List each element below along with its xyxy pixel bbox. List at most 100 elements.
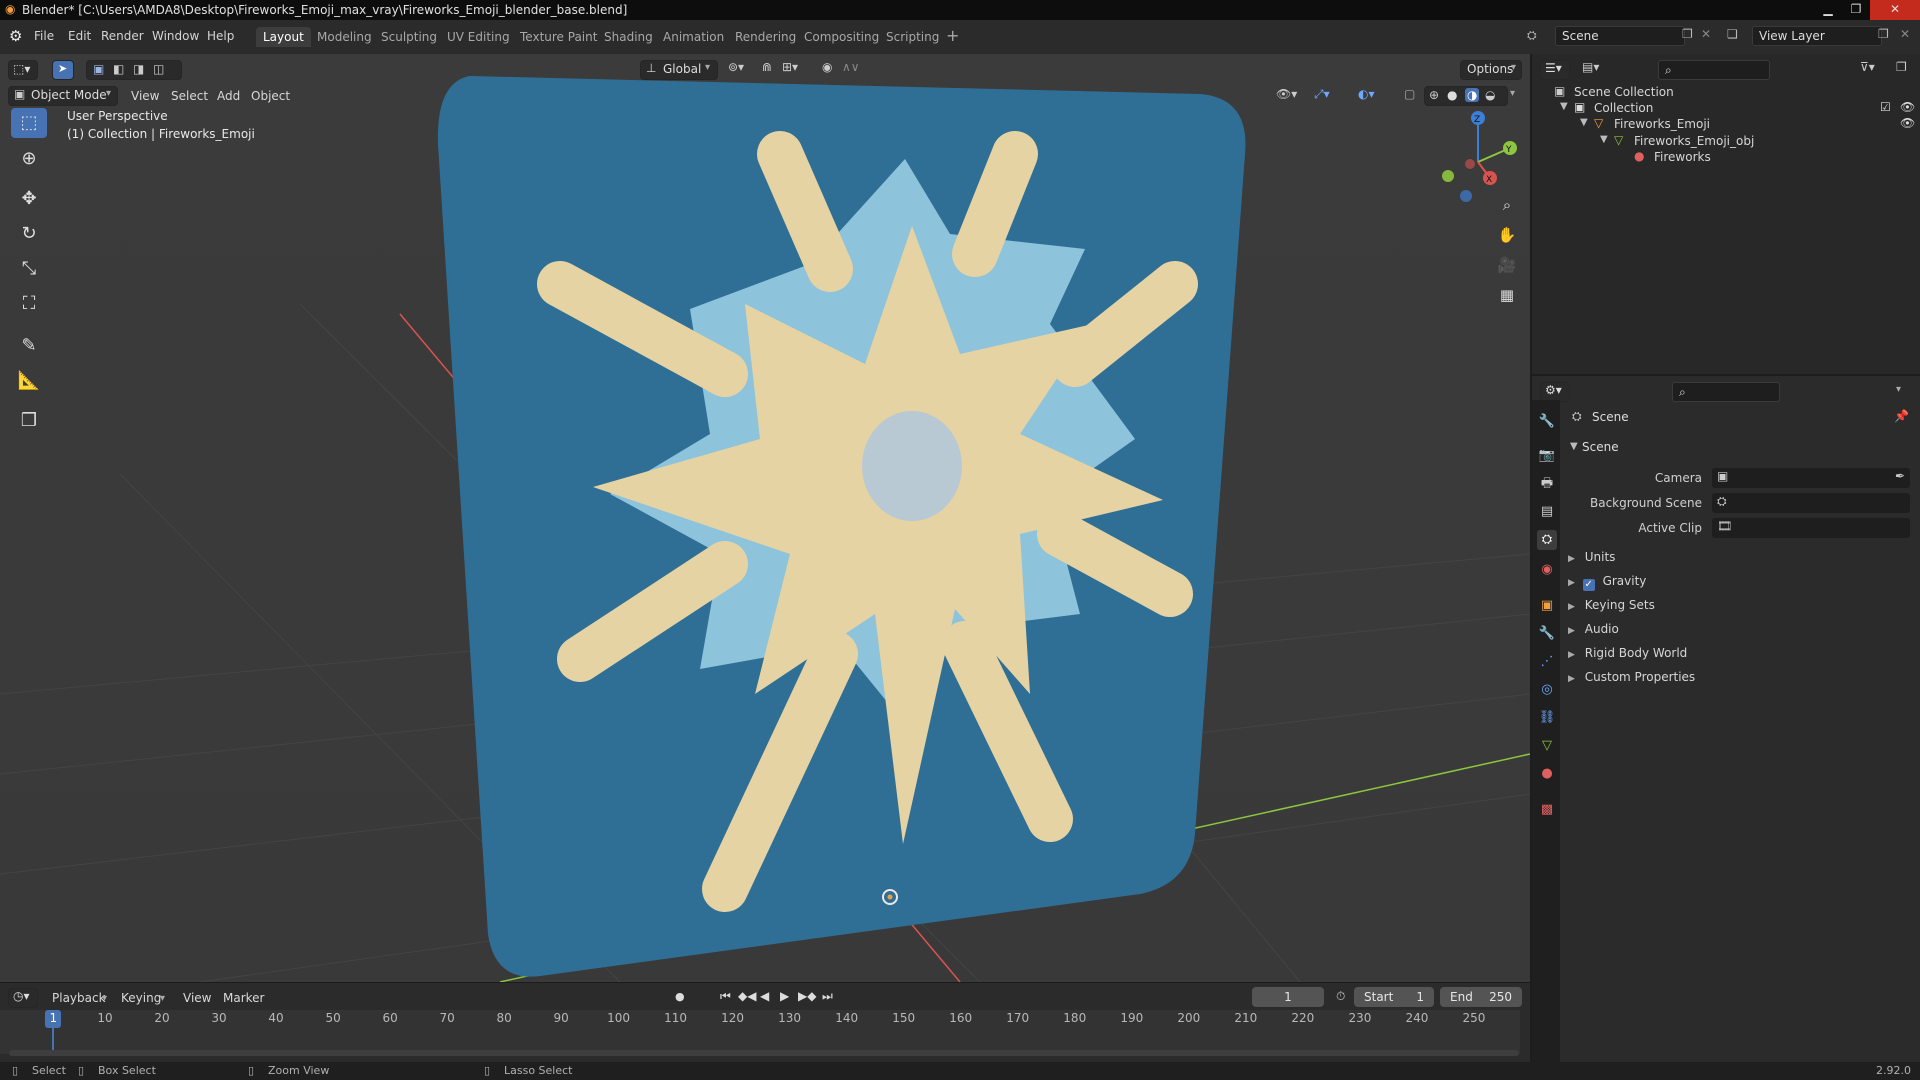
gravity-panel[interactable]: ▶ ✓ Gravity (1568, 574, 1910, 591)
jump-keyframe-back-icon[interactable]: ◆◀ (738, 989, 756, 1003)
wireframe-shading-icon[interactable]: ⊕ (1429, 88, 1439, 102)
transform-orientation-dropdown[interactable]: ⊥ Global ▾ (640, 60, 718, 80)
snap-target-icon[interactable]: ⊞▾ (782, 60, 798, 74)
scene-section-header[interactable]: Scene (1582, 440, 1619, 454)
tab-modeling[interactable]: Modeling (310, 27, 379, 47)
measure-tool[interactable]: 📐 (11, 366, 47, 396)
properties-search-input[interactable]: ⌕ (1672, 382, 1780, 402)
menu-help[interactable]: Help (207, 29, 234, 43)
world-tab-icon[interactable]: ◉ (1537, 560, 1557, 580)
menu-file[interactable]: File (34, 29, 54, 43)
selection-mode-group[interactable]: ▣ ◧ ◨ ◫ (86, 60, 182, 80)
expand-arrow-icon[interactable]: ▼ (1570, 441, 1578, 452)
outliner-search-input[interactable]: ⌕ (1658, 60, 1770, 80)
tab-scripting[interactable]: Scripting (879, 27, 946, 47)
pan-hand-icon[interactable]: ✋ (1492, 221, 1522, 249)
editor-type-button[interactable]: ⬚▾ (8, 60, 38, 80)
gravity-checkbox[interactable]: ✓ (1582, 579, 1595, 591)
new-collection-icon[interactable]: ❐ (1896, 60, 1907, 74)
physics-tab-icon[interactable]: ◎ (1537, 680, 1557, 700)
outliner-collection[interactable]: Collection (1594, 101, 1653, 115)
properties-editor-type-button[interactable]: ⚙▾ (1540, 382, 1570, 402)
timeline-scrollbar[interactable] (9, 1050, 1519, 1056)
modifier-tab-icon[interactable]: 🔧 (1537, 624, 1557, 644)
select-extend-icon[interactable]: ◧ (113, 62, 124, 76)
audio-panel[interactable]: ▶ Audio (1568, 622, 1910, 636)
select-tool-button[interactable]: ➤ (52, 60, 74, 80)
custom-properties-panel[interactable]: ▶ Custom Properties (1568, 670, 1910, 684)
display-mode-icon[interactable]: ▤▾ (1582, 60, 1599, 74)
rigid-body-world-panel[interactable]: ▶ Rigid Body World (1568, 646, 1910, 660)
viewport-menu-object[interactable]: Object (251, 86, 290, 106)
data-tab-icon[interactable]: ▽ (1537, 736, 1557, 756)
outliner-mesh[interactable]: Fireworks_Emoji_obj (1634, 134, 1754, 148)
select-intersect-icon[interactable]: ◫ (153, 62, 164, 76)
camera-field[interactable]: ▣ ✒ (1712, 468, 1910, 488)
close-button[interactable]: ✕ (1870, 0, 1920, 20)
outliner-object[interactable]: Fireworks_Emoji (1614, 117, 1710, 131)
transform-tool[interactable]: ⛶ (11, 289, 47, 319)
start-frame-field[interactable]: Start 1 (1354, 987, 1434, 1007)
menu-edit[interactable]: Edit (68, 29, 91, 43)
tab-shading[interactable]: Shading (597, 27, 660, 47)
timeline-editor-type-button[interactable]: ◷▾ (8, 988, 38, 1008)
play-icon[interactable]: ▶ (780, 989, 789, 1003)
play-reverse-icon[interactable]: ◀ (760, 989, 769, 1003)
record-icon[interactable]: ● (675, 990, 685, 1003)
units-panel[interactable]: ▶ Units (1568, 550, 1910, 564)
outliner-editor-type-button[interactable]: ☰▾ (1540, 60, 1570, 80)
3d-viewport[interactable]: User Perspective (1) Collection | Firewo… (0, 54, 1530, 982)
render-tab-icon[interactable]: 📷 (1537, 446, 1557, 466)
xray-toggle-icon[interactable]: ▢ (1404, 87, 1415, 101)
camera-view-icon[interactable]: 🎥 (1492, 251, 1522, 279)
delete-scene-icon[interactable]: ✕ (1701, 27, 1711, 41)
viewport-menu-select[interactable]: Select (171, 86, 208, 106)
scale-tool[interactable]: ⤡ (11, 254, 47, 284)
timeline-menu-view[interactable]: View (183, 988, 211, 1008)
outliner-scene-collection[interactable]: Scene Collection (1574, 85, 1674, 99)
view-layer-field[interactable]: View Layer (1752, 26, 1882, 46)
perspective-grid-icon[interactable]: ▦ (1492, 281, 1522, 309)
jump-keyframe-forward-icon[interactable]: ▶◆ (798, 989, 816, 1003)
add-cube-tool[interactable]: ❒ (11, 406, 47, 436)
chevron-down-icon[interactable]: ▾ (1896, 384, 1901, 395)
pin-icon[interactable]: 📌 (1894, 409, 1909, 423)
minimize-button[interactable]: ▁ (1814, 0, 1842, 20)
select-subtract-icon[interactable]: ◨ (133, 62, 144, 76)
tab-layout[interactable]: Layout (256, 27, 311, 47)
visibility-eye-icon[interactable]: 👁 (1900, 116, 1915, 130)
overlays-toggle-icon[interactable]: ◐▾ (1358, 87, 1375, 101)
viewport-menu-add[interactable]: Add (217, 86, 240, 106)
background-scene-field[interactable]: ⛭ (1712, 493, 1910, 513)
blender-menu-icon[interactable]: ⚙ (9, 27, 22, 45)
select-box-tool[interactable]: ⬚ (11, 108, 47, 138)
outliner-material[interactable]: Fireworks (1654, 150, 1711, 164)
new-view-layer-icon[interactable]: ❐ (1878, 27, 1889, 41)
add-workspace-icon[interactable]: + (946, 26, 959, 45)
tab-animation[interactable]: Animation (656, 27, 731, 47)
select-new-icon[interactable]: ▣ (93, 62, 104, 76)
visibility-eye-icon[interactable]: 👁 (1900, 100, 1915, 114)
include-checkbox-icon[interactable]: ☑ (1880, 100, 1891, 114)
constraints-tab-icon[interactable]: ⛓ (1537, 708, 1557, 728)
rendered-shading-icon[interactable]: ◒ (1485, 88, 1495, 102)
material-tab-icon[interactable]: ● (1537, 764, 1557, 784)
zoom-icon[interactable]: ⌕ (1492, 191, 1522, 219)
object-mode-dropdown[interactable]: ▣ Object Mode ▾ (8, 86, 118, 106)
menu-render[interactable]: Render (101, 29, 144, 43)
rotate-tool[interactable]: ↻ (11, 219, 47, 249)
solid-shading-icon[interactable]: ● (1447, 88, 1457, 102)
timeline-menu-keying[interactable]: Keying (121, 988, 161, 1008)
tab-sculpting[interactable]: Sculpting (374, 27, 444, 47)
viewport-menu-view[interactable]: View (131, 86, 159, 106)
particles-tab-icon[interactable]: ⋰ (1537, 652, 1557, 672)
scene-name-field[interactable]: Scene (1555, 26, 1685, 46)
expand-arrow-icon[interactable]: ▼ (1600, 134, 1608, 145)
move-tool[interactable]: ✥ (11, 184, 47, 214)
tab-rendering[interactable]: Rendering (728, 27, 803, 47)
current-frame-field[interactable]: 1 (1252, 987, 1324, 1007)
scene-tab-icon[interactable]: ⛭ (1537, 530, 1557, 550)
expand-arrow-icon[interactable]: ▼ (1560, 101, 1568, 112)
keying-sets-panel[interactable]: ▶ Keying Sets (1568, 598, 1910, 612)
shading-mode-group[interactable]: ⊕ ● ◑ ◒ (1424, 86, 1508, 106)
